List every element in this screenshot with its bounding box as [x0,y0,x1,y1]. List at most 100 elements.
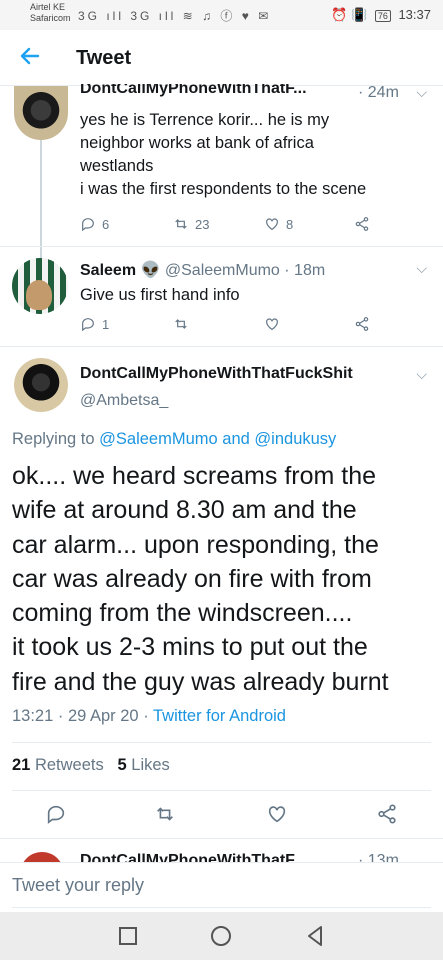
avatar[interactable] [14,358,68,412]
tweet-author[interactable]: Saleem 👽 @SaleemMumo · 18m [80,260,325,280]
author-name[interactable]: DontCallMyPhoneWithThatFuckShit [80,365,353,383]
battery-indicator: 76 [374,10,391,22]
tweet-stats: 21 Retweets 5 Likes [12,756,170,775]
author-name: DontCallMyPhoneWithThatF... [80,84,307,97]
avatar[interactable] [20,852,64,862]
tweet-text: Give us first hand info [80,284,430,307]
share-icon [355,217,369,231]
likes-label: Likes [131,756,170,774]
divider [0,838,443,839]
author-name: Saleem [80,262,137,279]
next-tweet-peek[interactable]: DontCallMyPhoneWithThatF... · 13m [0,840,443,862]
alien-emoji: 👽 [140,262,161,279]
likes-count: 5 [117,756,127,774]
share-button[interactable] [376,803,398,830]
status-icons: 3G ıll 3G ıll ≋ ♫ ⓕ ♥ ✉ [78,9,272,23]
retweet-button[interactable]: 23 [173,216,209,232]
status-right: ⏰ 📳 76 13:37 [331,7,431,23]
author-handle[interactable]: @Ambetsa_ [80,392,168,410]
back-icon[interactable] [303,924,327,948]
tweet-time: · 18m [284,262,326,279]
tweet-meta: 13:21 · 29 Apr 20 · Twitter for Android [12,707,286,726]
replying-to: Replying to @SaleemMumo and @indukusy [12,430,336,449]
share-button[interactable] [354,316,370,332]
tweet-text: yes he is Terrence korir... he is my nei… [80,109,430,201]
avatar[interactable] [12,258,68,314]
reply-button[interactable] [45,803,67,830]
tweet-line: ok.... we heard screams from the [12,462,377,490]
page-title: Tweet [76,47,132,69]
author-name: DontCallMyPhoneWithThatF... [80,852,307,862]
tweet-line: car was already on fire with from [12,564,372,593]
likes-stat[interactable]: 5 Likes [118,756,170,774]
retweets-stat[interactable]: 21 Retweets [12,756,108,774]
tweet-line: neighbor works at bank of africa [80,134,314,152]
app-header: Tweet [0,30,443,86]
back-arrow-icon[interactable] [18,44,42,68]
tweet-date: · 29 Apr 20 · [57,707,149,725]
tweet-actions: 6 23 8 [80,216,380,236]
thread-line [40,140,42,258]
retweets-label: Retweets [34,756,104,774]
home-icon[interactable] [209,924,233,948]
tweet-line: i was the first respondents to the scene [80,180,367,198]
carrier-1: Airtel KE [30,2,66,12]
tweet-time: · 24m [358,84,399,100]
tweet-line: yes he is Terrence korir... he is my [80,111,330,129]
tweet-body: ok.... we heard screams from the wife at… [12,459,437,699]
reply-icon [82,318,94,332]
android-nav-bar [0,912,443,960]
mention-link[interactable]: @SaleemMumo [99,430,218,448]
share-icon [355,317,369,331]
reply-bar: Tweet your reply [0,862,443,910]
retweet-icon [175,319,187,329]
recent-apps-icon[interactable] [116,924,140,948]
heart-icon [266,218,278,231]
reply-button[interactable]: 1 [80,316,109,332]
tweet-line: fire and the guy was already burnt [12,667,389,696]
main-tweet-actions [0,803,443,825]
chevron-down-icon[interactable]: ⌵ [416,366,427,383]
mention-link[interactable]: @indukusy [254,430,336,448]
tweet-line: coming from the windscreen.... [12,599,353,628]
retweet-icon [175,219,187,229]
retweet-button[interactable] [173,316,189,332]
avatar[interactable] [14,86,68,140]
tweet-line: westlands [80,157,154,175]
retweets-count: 21 [12,756,31,774]
retweet-button[interactable] [154,803,176,830]
divider [12,742,431,743]
replying-and[interactable]: and [222,430,250,448]
like-button[interactable]: 8 [264,216,293,232]
tweet-actions: 1 [80,316,380,336]
tweet-line: car alarm... upon responding, the [12,530,379,559]
reply-button[interactable]: 6 [80,216,109,232]
tweet-time: · 13m [358,852,399,862]
reply-icon [82,218,94,232]
tweet-source-link[interactable]: Twitter for Android [153,707,286,725]
heart-icon [266,318,278,331]
reply-input[interactable]: Tweet your reply [12,875,144,896]
chevron-down-icon[interactable]: ⌵ [416,84,427,101]
clock: 13:37 [398,7,431,22]
share-button[interactable] [354,216,370,232]
tweet-line: it took us 2-3 mins to put out the [12,633,368,662]
status-bar: Airtel KE Safaricom 3G ıll 3G ıll ≋ ♫ ⓕ … [0,0,443,30]
divider [12,790,431,791]
reply-underline [12,907,431,908]
replying-prefix: Replying to [12,430,95,448]
retweet-count: 23 [195,216,210,232]
share-icon [378,804,396,824]
chevron-down-icon[interactable]: ⌵ [416,260,427,277]
heart-icon [268,806,286,823]
tweet-time: 13:21 [12,707,54,725]
carrier-info: Airtel KE Safaricom [30,2,71,24]
divider [0,246,443,247]
like-button[interactable] [264,316,280,332]
like-button[interactable] [266,803,288,830]
tweet-line: Give us first hand info [80,286,240,304]
carrier-2: Safaricom [30,13,71,23]
vibrate-icon: 📳 [351,7,368,22]
tweet-author[interactable]: DontCallMyPhoneWithThatF... [80,84,307,100]
reply-count: 6 [102,216,110,232]
